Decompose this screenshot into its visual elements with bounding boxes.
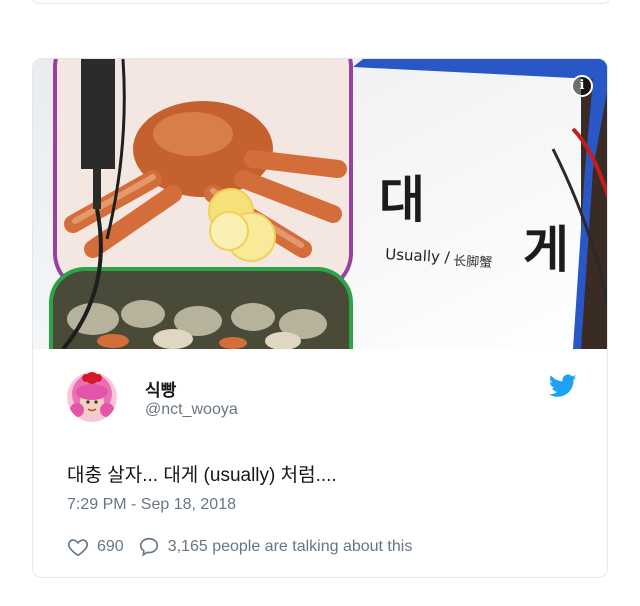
info-icon[interactable]: i bbox=[571, 75, 593, 97]
twitter-bird-icon[interactable] bbox=[549, 374, 577, 398]
speech-bubble-icon[interactable] bbox=[138, 536, 160, 558]
conversation-count[interactable]: 3,165 people are talking about this bbox=[168, 538, 413, 556]
sign-chinese: 长脚蟹 bbox=[453, 253, 493, 271]
previous-card-edge bbox=[32, 0, 610, 4]
embedded-tweet-card[interactable]: 대 게 Usually / 长脚蟹 i 식빵 @nct_wooya 대충 살자.… bbox=[32, 58, 608, 578]
display-name[interactable]: 식빵 bbox=[145, 376, 176, 401]
tweet-timestamp[interactable]: 7:29 PM - Sep 18, 2018 bbox=[67, 496, 236, 514]
avatar-image bbox=[67, 372, 117, 422]
tweet-text: 대충 살자... 대게 (usually) 처럼.... bbox=[67, 465, 337, 486]
sign-hangul-ge: 게 bbox=[523, 221, 569, 279]
crab-sign-photo: 대 게 Usually / 长脚蟹 bbox=[33, 59, 607, 349]
sign-english: Usually / bbox=[385, 245, 451, 266]
tweet-photo[interactable]: 대 게 Usually / 长脚蟹 i bbox=[33, 59, 607, 349]
avatar[interactable] bbox=[67, 372, 117, 422]
tweet-actions: 690 3,165 people are talking about this bbox=[67, 535, 412, 559]
heart-icon[interactable] bbox=[67, 536, 89, 558]
sign-hangul-dae: 대 bbox=[379, 171, 425, 229]
user-handle[interactable]: @nct_wooya bbox=[145, 401, 238, 419]
like-count[interactable]: 690 bbox=[97, 538, 124, 556]
